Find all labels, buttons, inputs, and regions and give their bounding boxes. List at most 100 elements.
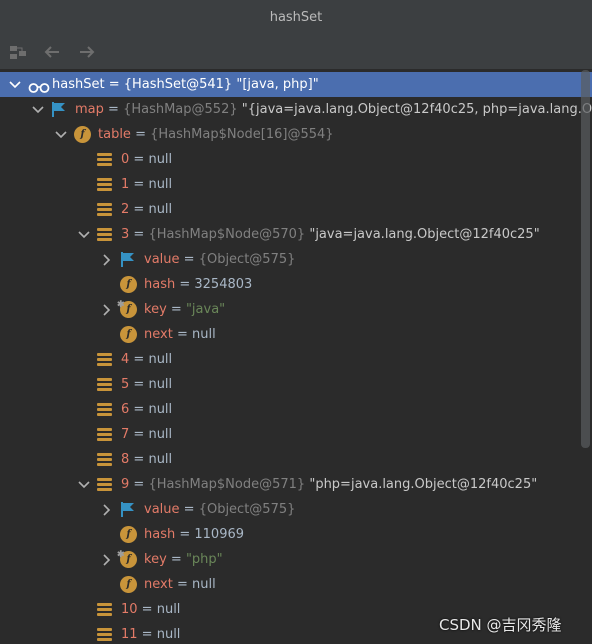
tree-row-idx6[interactable]: 6 = null [0, 397, 592, 422]
row-label: 6 = null [121, 397, 172, 422]
expand-chevron-right-icon[interactable] [100, 247, 114, 272]
var-value: "java=java.lang.Object@12f40c25" [305, 227, 540, 242]
row-label: 9 = {HashMap$Node@571} "php=java.lang.Ob… [121, 472, 537, 497]
row-label: 1 = null [121, 172, 172, 197]
tree-row-idx3[interactable]: 3 = {HashMap$Node@570} "java=java.lang.O… [0, 222, 592, 247]
object-ref: {HashMap$Node@570} [148, 227, 306, 242]
tree-row-n9-next[interactable]: f next = null [0, 572, 592, 597]
var-name: hash [144, 277, 176, 292]
expand-chevron-down-icon[interactable] [8, 72, 22, 97]
tree-row-hashset[interactable]: hashSet = {HashSet@541} "[java, php]" [0, 72, 592, 97]
field-icon: f [120, 326, 137, 343]
expand-chevron-down-icon[interactable] [31, 97, 45, 122]
row-label: 5 = null [121, 372, 172, 397]
tree-row-n3-hash[interactable]: f hash = 3254803 [0, 272, 592, 297]
equals-sign: = [172, 327, 192, 342]
back-arrow-icon[interactable] [41, 41, 63, 63]
debugger-window: hashSet hashSet = {HashSet@541} "[java, … [0, 0, 592, 644]
var-value: null [156, 602, 181, 617]
equals-sign: = [129, 227, 149, 242]
tree-row-idx0[interactable]: 0 = null [0, 147, 592, 172]
row-label: 8 = null [121, 447, 172, 472]
array-element-icon [97, 226, 112, 243]
field-icon: f [120, 576, 137, 593]
expand-chevron-down-icon[interactable] [77, 222, 91, 247]
equals-sign: = [137, 602, 157, 617]
forward-arrow-icon[interactable] [76, 41, 98, 63]
var-name: key [144, 552, 167, 567]
equals-sign: = [175, 277, 195, 292]
tree-row-idx1[interactable]: 1 = null [0, 172, 592, 197]
var-value: null [148, 402, 173, 417]
equals-sign: = [166, 302, 186, 317]
flag-icon [51, 101, 68, 118]
pin-badge-icon: ✱ [117, 550, 125, 560]
var-name: table [98, 127, 131, 142]
equals-sign: = [175, 527, 195, 542]
tree-row-n3-next[interactable]: f next = null [0, 322, 592, 347]
toolbar [0, 35, 592, 70]
var-value: null [148, 452, 173, 467]
var-value: 110969 [194, 527, 245, 542]
tree-row-n9-value[interactable]: value = {Object@575} [0, 497, 592, 522]
object-ref: {HashSet@541} [123, 77, 233, 92]
tree-row-idx7[interactable]: 7 = null [0, 422, 592, 447]
var-value: null [148, 352, 173, 367]
flag-icon [120, 501, 137, 518]
array-element-icon [97, 601, 112, 618]
var-value: null [148, 152, 173, 167]
expand-chevron-right-icon[interactable] [100, 297, 114, 322]
tree-row-idx9[interactable]: 9 = {HashMap$Node@571} "php=java.lang.Ob… [0, 472, 592, 497]
tree-row-idx5[interactable]: 5 = null [0, 372, 592, 397]
variables-tree: hashSet = {HashSet@541} "[java, php]" map… [0, 70, 592, 644]
object-ref: {Object@575} [198, 252, 296, 267]
vertical-scrollbar[interactable] [581, 70, 590, 448]
watch-glasses-icon [28, 78, 50, 93]
expand-chevron-down-icon[interactable] [77, 472, 91, 497]
object-ref: {HashMap$Node[16]@554} [150, 127, 334, 142]
tree-row-map[interactable]: map = {HashMap@552} "{java=java.lang.Obj… [0, 97, 592, 122]
pin-badge-icon: ✱ [117, 300, 125, 310]
equals-sign: = [129, 202, 149, 217]
expand-chevron-right-icon[interactable] [100, 497, 114, 522]
row-label: hash = 110969 [144, 522, 244, 547]
row-label: key = "php" [144, 547, 223, 572]
tree-row-idx2[interactable]: 2 = null [0, 197, 592, 222]
field-icon: f [120, 276, 137, 293]
row-label: value = {Object@575} [144, 247, 295, 272]
var-name: hashSet [52, 77, 105, 92]
var-name: next [144, 577, 173, 592]
array-element-icon [97, 376, 112, 393]
field-icon: f [74, 126, 91, 143]
tree-row-idx8[interactable]: 8 = null [0, 447, 592, 472]
field-icon: f ✱ [117, 550, 137, 568]
var-value: null [191, 577, 216, 592]
tree-row-idx4[interactable]: 4 = null [0, 347, 592, 372]
field-icon: f [120, 526, 137, 543]
equals-sign: = [103, 102, 124, 117]
array-element-icon [97, 476, 112, 493]
array-element-icon [97, 176, 112, 193]
var-name: 11 [121, 627, 138, 642]
tree-row-table[interactable]: f table = {HashMap$Node[16]@554} [0, 122, 592, 147]
array-element-icon [97, 426, 112, 443]
equals-sign: = [129, 402, 149, 417]
tree-structure-icon[interactable] [8, 41, 30, 63]
tree-row-n9-key[interactable]: f ✱ key = "php" [0, 547, 592, 572]
expand-chevron-down-icon[interactable] [54, 122, 68, 147]
tree-row-n3-value[interactable]: value = {Object@575} [0, 247, 592, 272]
equals-sign: = [129, 352, 149, 367]
var-value: null [191, 327, 216, 342]
row-label: value = {Object@575} [144, 497, 295, 522]
expand-chevron-right-icon[interactable] [100, 547, 114, 572]
row-label: 0 = null [121, 147, 172, 172]
row-label: 7 = null [121, 422, 172, 447]
tree-row-n9-hash[interactable]: f hash = 110969 [0, 522, 592, 547]
object-ref: {Object@575} [198, 502, 296, 517]
var-value: null [148, 377, 173, 392]
tree-row-n3-key[interactable]: f ✱ key = "java" [0, 297, 592, 322]
var-value: null [148, 177, 173, 192]
row-label: map = {HashMap@552} "{java=java.lang.Obj… [75, 97, 592, 122]
array-element-icon [97, 626, 112, 643]
row-label: 11 = null [121, 622, 180, 644]
